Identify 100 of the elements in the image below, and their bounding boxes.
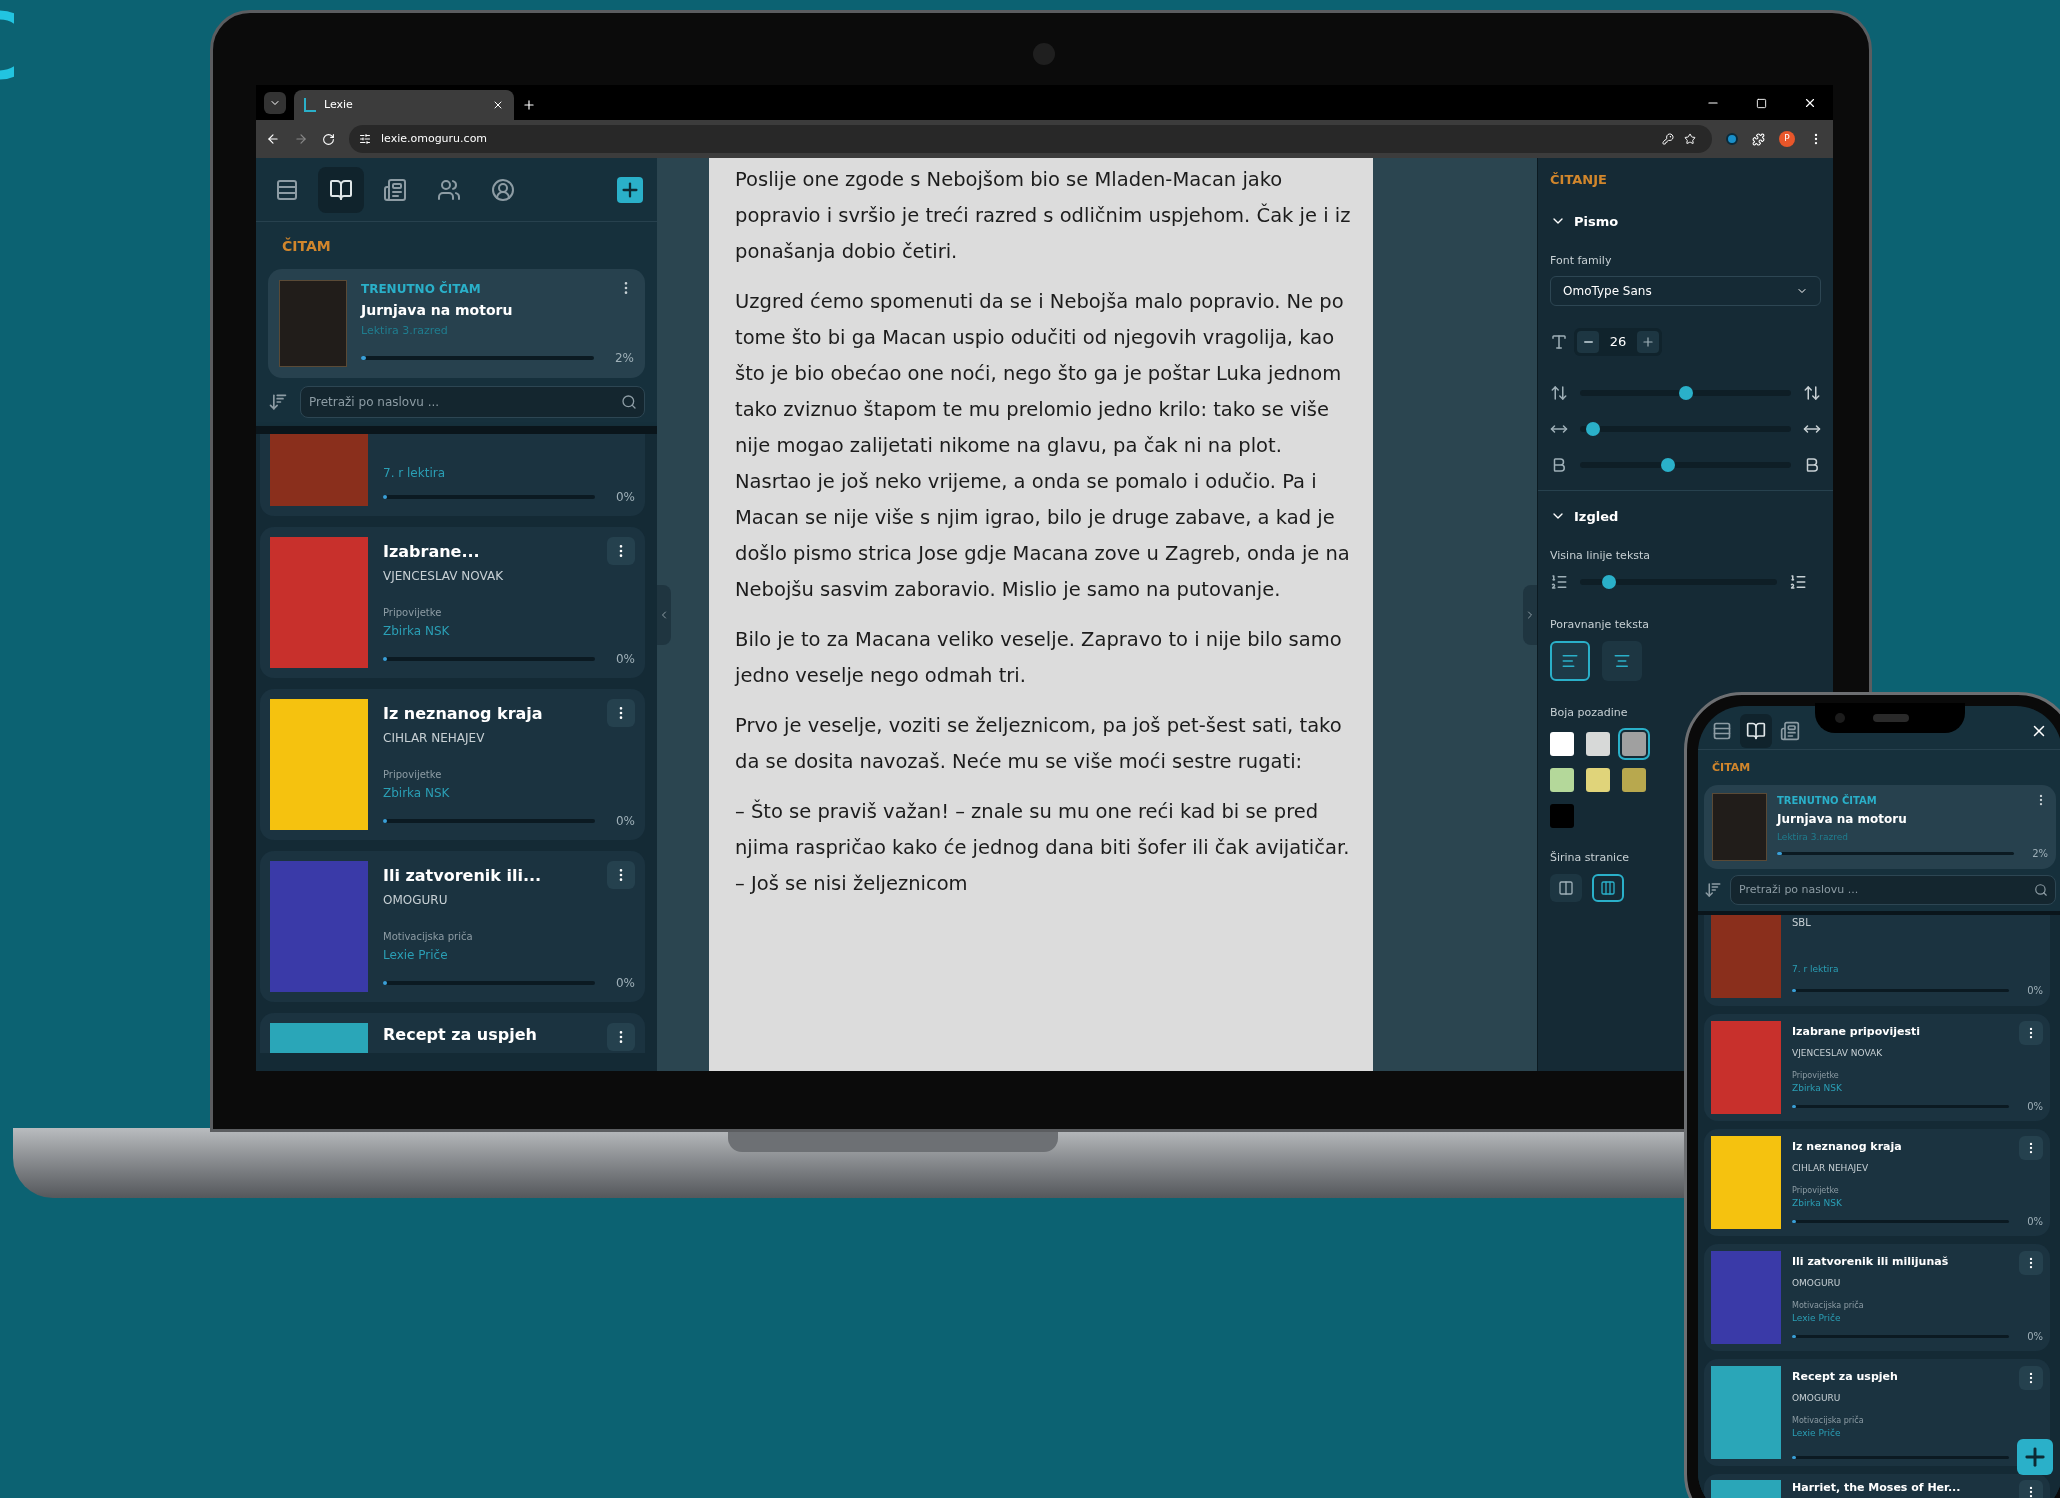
minus-icon bbox=[1583, 340, 1593, 343]
slider[interactable] bbox=[1580, 574, 1777, 589]
color-swatch[interactable] bbox=[1550, 803, 1574, 828]
add-button[interactable] bbox=[617, 176, 643, 203]
site-settings-icon[interactable] bbox=[359, 133, 371, 145]
search-field[interactable]: Pretraži po naslovu ... bbox=[300, 386, 645, 418]
panel-title: ČITANJE bbox=[1550, 171, 1608, 189]
slider-thumb[interactable] bbox=[1678, 385, 1693, 400]
book-card[interactable]: Izabrane pripovijesti VJENCESLAV NOVAK Pripovijetke Zbirka NSK 0% bbox=[1704, 1013, 2050, 1121]
book-collection: Lexie Priče bbox=[1792, 1312, 1842, 1325]
slider[interactable] bbox=[1580, 385, 1791, 400]
current-label: TRENUTNO ČITAM bbox=[361, 280, 481, 298]
slider-thumb[interactable] bbox=[1585, 421, 1600, 436]
slider-min-icon bbox=[1550, 383, 1568, 402]
book-genre: Motivacijska priča bbox=[1792, 1300, 1865, 1312]
section-toggle[interactable]: Izgled bbox=[1550, 506, 1619, 526]
book-card[interactable]: Iz neznanog kraja CIHLAR NEHAJEV Pripovijetke Zbirka NSK 0% bbox=[260, 689, 645, 840]
profile-avatar[interactable]: P bbox=[1779, 131, 1795, 147]
book-genre: Pripovijetke bbox=[1792, 1070, 1840, 1082]
extension-icon[interactable] bbox=[1726, 133, 1738, 145]
color-swatch[interactable] bbox=[1550, 767, 1574, 792]
book-card[interactable]: 7. r lektira 0% bbox=[260, 434, 645, 516]
document-icon bbox=[1780, 720, 1800, 741]
book-card[interactable]: Harriet, the Moses of Her... bbox=[1704, 1473, 2050, 1498]
maximize-icon[interactable] bbox=[1756, 98, 1767, 109]
color-swatch[interactable] bbox=[1586, 731, 1610, 756]
current-book-card[interactable]: TRENUTNO ČITAM Jurnjava na motoru Lektira 3.razred 2% bbox=[1704, 784, 2056, 869]
progress-percent: 0% bbox=[2026, 1099, 2043, 1114]
color-swatch[interactable] bbox=[1622, 767, 1646, 792]
section-toggle[interactable]: Pismo bbox=[1550, 211, 1619, 231]
nav-tab[interactable] bbox=[318, 166, 364, 213]
book-card[interactable]: Ili zatvorenik ili... OMOGURU Motivacijska priča Lexie Priče 0% bbox=[260, 851, 645, 1002]
browser-tab[interactable]: Lexie bbox=[294, 90, 514, 120]
favicon-icon bbox=[304, 98, 316, 112]
book-genre: Pripovijetke bbox=[383, 768, 443, 782]
book-collection: 7. r lektira bbox=[1792, 963, 1840, 976]
more-options-button[interactable] bbox=[2019, 1479, 2043, 1498]
align-button[interactable] bbox=[1602, 641, 1642, 681]
bookmark-star-icon[interactable] bbox=[1684, 133, 1696, 145]
book-author: VJENCESLAV NOVAK bbox=[383, 568, 505, 585]
sort-icon[interactable] bbox=[1704, 880, 1722, 899]
address-bar[interactable]: lexie.omoguru.com bbox=[349, 125, 1712, 153]
extensions-icon[interactable] bbox=[1752, 132, 1765, 146]
tab-list-button[interactable] bbox=[264, 92, 286, 114]
book-title: Recept za uspjeh bbox=[383, 1024, 537, 1046]
key-icon[interactable] bbox=[1662, 133, 1674, 145]
color-swatch[interactable] bbox=[1586, 767, 1610, 792]
back-icon[interactable] bbox=[266, 132, 280, 146]
book-card[interactable]: Izabrane... VJENCESLAV NOVAK Pripovijetke Zbirka NSK 0% bbox=[260, 527, 645, 678]
sort-icon[interactable] bbox=[268, 392, 288, 412]
color-swatch[interactable] bbox=[1550, 731, 1574, 756]
font-size-icon bbox=[1550, 332, 1568, 351]
book-collection: Zbirka NSK bbox=[383, 623, 451, 640]
increase-button[interactable] bbox=[1637, 330, 1659, 353]
page-width-button[interactable] bbox=[1592, 874, 1624, 902]
field-label: Poravnanje teksta bbox=[1550, 616, 1650, 633]
progress-percent: 2% bbox=[613, 350, 634, 367]
slider[interactable] bbox=[1580, 421, 1791, 436]
current-title: Jurnjava na motoru bbox=[1777, 810, 1908, 828]
slider[interactable] bbox=[1580, 457, 1791, 472]
document-icon bbox=[383, 177, 407, 202]
columns-icon bbox=[1600, 880, 1616, 896]
book-card[interactable]: Iz neznanog kraja CIHLAR NEHAJEV Pripovijetke Zbirka NSK 0% bbox=[1704, 1128, 2050, 1236]
current-label: TRENUTNO ČITAM bbox=[1777, 793, 1877, 808]
field-label: Širina stranice bbox=[1550, 849, 1630, 866]
book-collection: Zbirka NSK bbox=[383, 785, 451, 802]
book-card[interactable]: Ili zatvorenik ili milijunaš OMOGURU Motivacijska priča Lexie Priče 0% bbox=[1704, 1243, 2050, 1351]
book-collection: Zbirka NSK bbox=[1792, 1197, 1843, 1210]
book-paragraph: – Što se praviš važan! – znale su mu one reći kad bi se pred njima raspričao kako će jednog dana biti šofer ili čak avijatičar. – Još se nisi željeznicom bbox=[735, 798, 1351, 897]
reload-icon[interactable] bbox=[322, 132, 335, 146]
book-title: Izabrane pripovijesti bbox=[1792, 1023, 1920, 1040]
nav-tab[interactable] bbox=[1740, 713, 1772, 748]
book-author: CIHLAR NEHAJEV bbox=[1792, 1161, 1870, 1175]
new-tab-icon[interactable] bbox=[522, 98, 536, 112]
field-label: Font family bbox=[1550, 253, 1613, 269]
book-card[interactable]: Recept za uspjeh bbox=[260, 1013, 645, 1053]
close-icon[interactable] bbox=[1803, 96, 1817, 110]
book-card[interactable]: SBL 7. r lektira 0% bbox=[1704, 914, 2050, 1006]
font-family-select[interactable]: OmoType Sans bbox=[1550, 275, 1821, 306]
close-tab-icon[interactable] bbox=[492, 99, 504, 111]
columns-icon bbox=[1558, 880, 1574, 896]
book-collection: Lexie Priče bbox=[383, 947, 449, 964]
page-width-button[interactable] bbox=[1550, 874, 1582, 902]
add-button[interactable] bbox=[2017, 1439, 2053, 1475]
font-size-value: 26 bbox=[1608, 332, 1628, 351]
progress-percent: 0% bbox=[2026, 1329, 2043, 1344]
book-card[interactable]: Recept za uspjeh OMOGURU Motivacijska priča Lexie Priče bbox=[1704, 1358, 2050, 1466]
current-title: Jurnjava na motoru bbox=[361, 301, 514, 320]
current-book-card[interactable]: TRENUTNO ČITAM Jurnjava na motoru Lektira 3.razred 2% bbox=[268, 269, 645, 378]
forward-icon[interactable] bbox=[294, 132, 308, 146]
align-button[interactable] bbox=[1550, 641, 1590, 681]
progress-percent: 2% bbox=[2031, 846, 2048, 861]
users-icon bbox=[437, 177, 461, 202]
search-field[interactable]: Pretraži po naslovu ... bbox=[1730, 874, 2056, 905]
slider-thumb[interactable] bbox=[1660, 457, 1675, 472]
stacked-books-icon bbox=[1712, 720, 1732, 741]
book-collection: 7. r lektira bbox=[383, 465, 446, 482]
book-collection: Lexie Priče bbox=[1792, 1427, 1842, 1440]
slider-thumb[interactable] bbox=[1601, 574, 1616, 589]
decrease-button[interactable] bbox=[1577, 330, 1599, 353]
